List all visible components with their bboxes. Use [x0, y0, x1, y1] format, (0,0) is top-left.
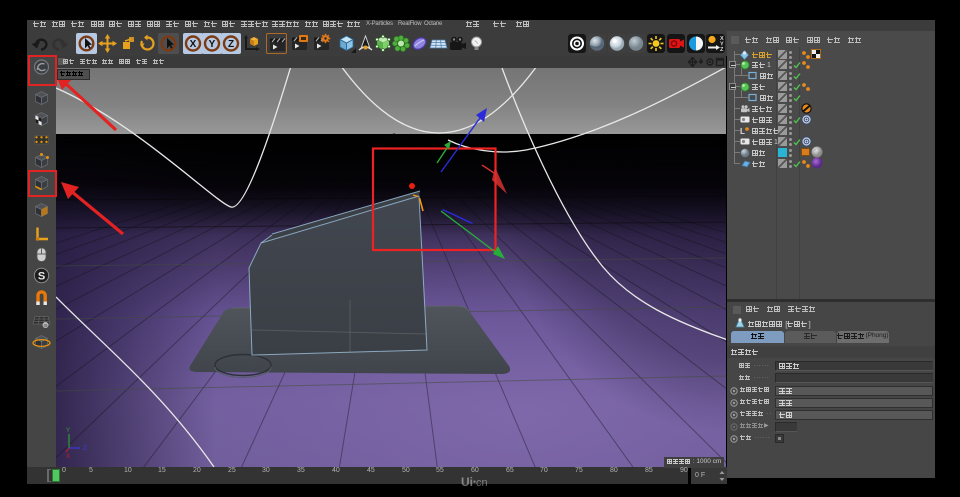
svg-text:Z: Z — [83, 446, 87, 452]
svg-text:Z: Z — [228, 39, 234, 50]
svg-text:S: S — [38, 271, 45, 283]
svg-text:Z: Z — [720, 47, 724, 53]
svg-text:X: X — [66, 454, 70, 460]
svg-text:Y: Y — [66, 428, 70, 434]
svg-text:X: X — [190, 39, 197, 50]
svg-text:Y: Y — [209, 39, 216, 50]
svg-text:L: L — [740, 127, 745, 136]
